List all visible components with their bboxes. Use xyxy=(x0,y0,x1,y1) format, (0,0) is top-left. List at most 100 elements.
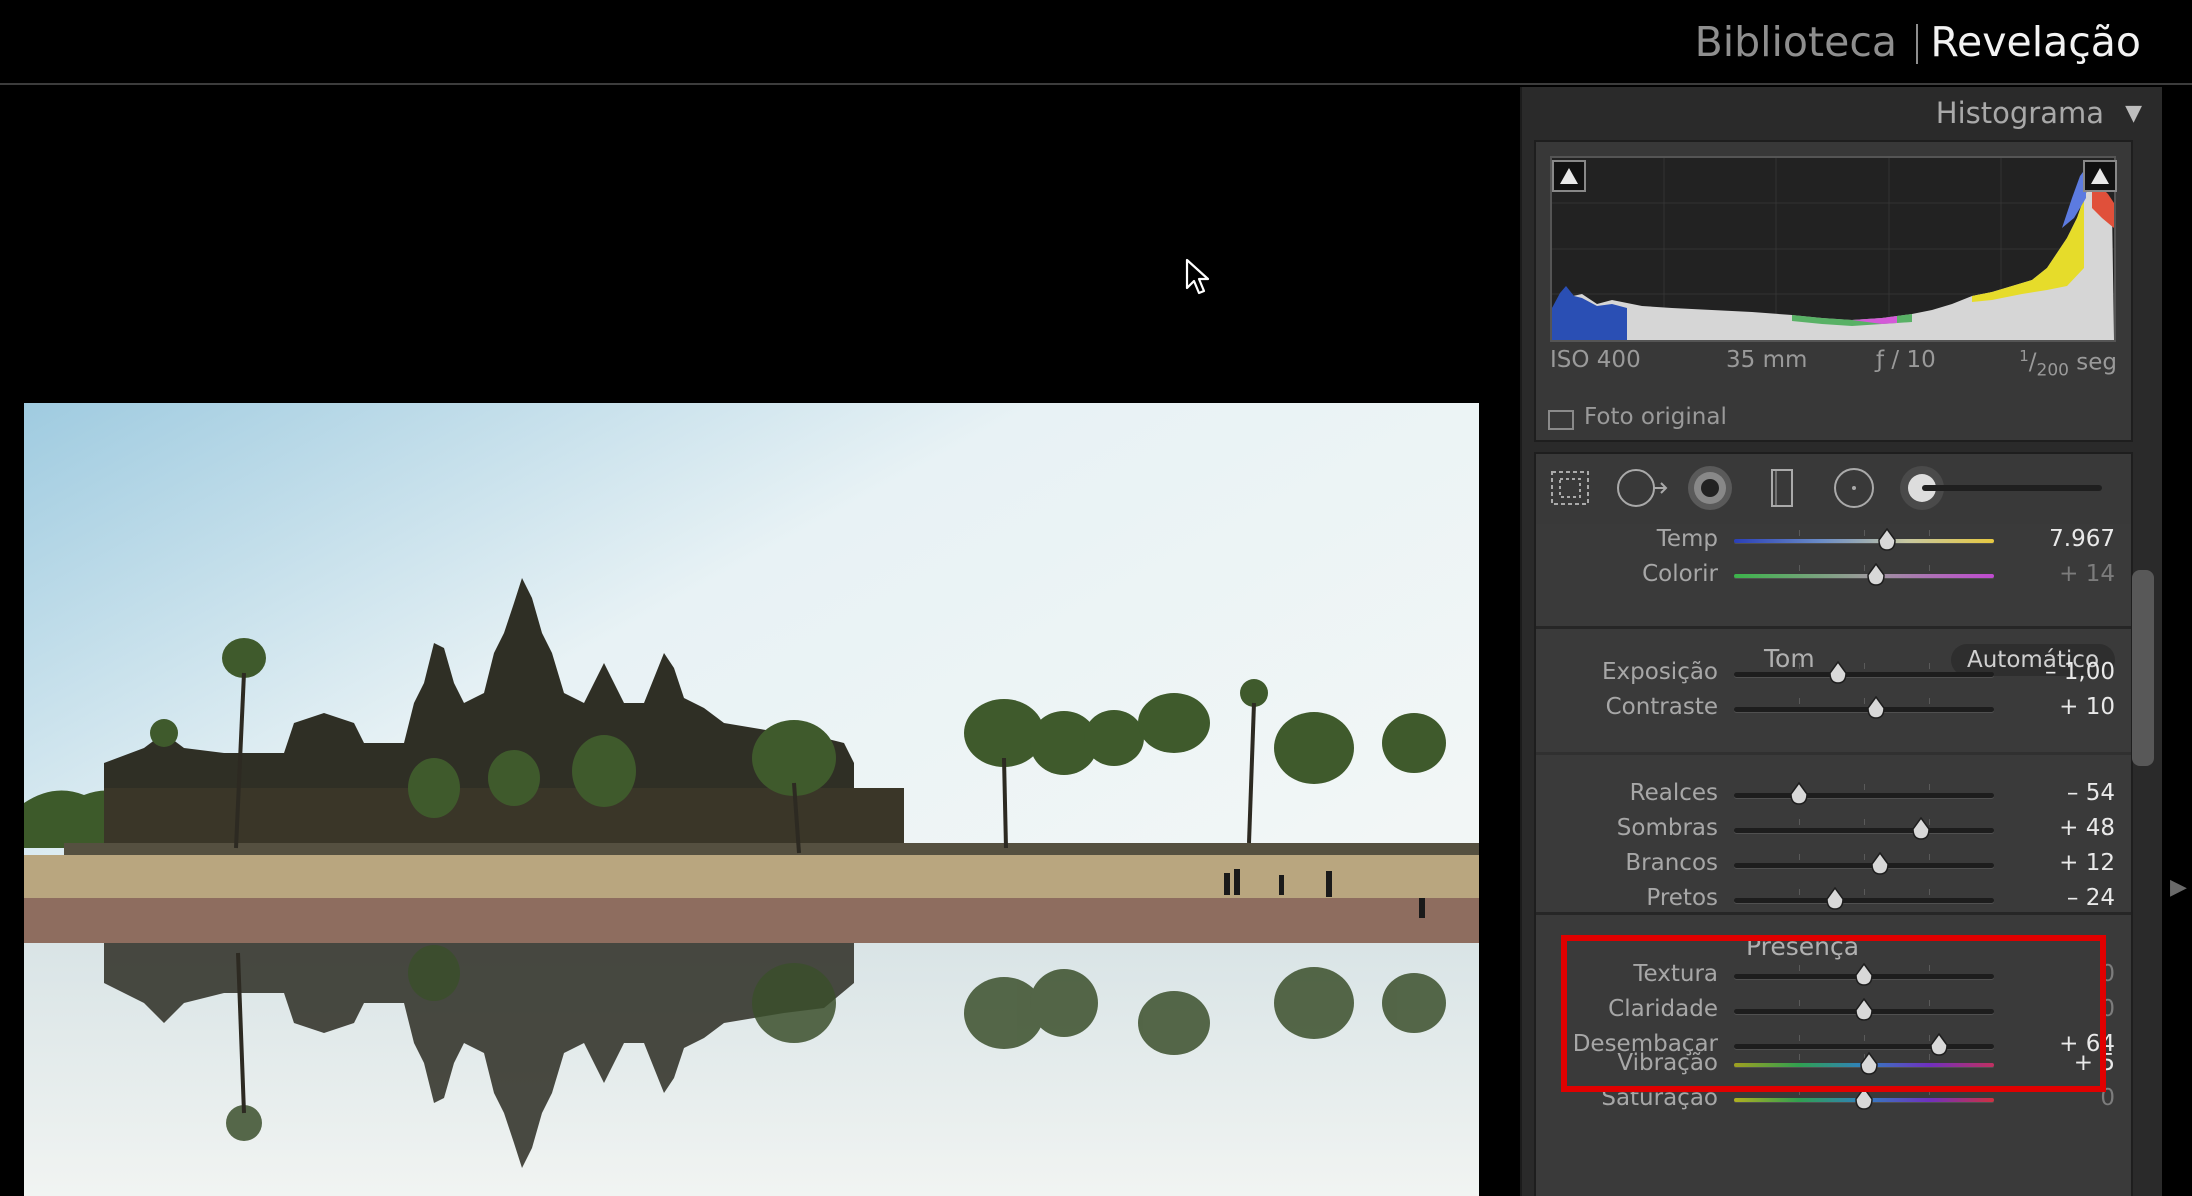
slider-value-colorir[interactable]: + 14 xyxy=(2059,561,2115,587)
slider-tick xyxy=(1799,889,1800,895)
slider-row-exposicao: Exposição – 1,00 xyxy=(1536,657,2131,693)
slider-value-exposicao[interactable]: – 1,00 xyxy=(2045,659,2115,685)
slider-thumb-temp[interactable] xyxy=(1877,527,1897,552)
slider-tick xyxy=(1929,565,1930,571)
slider-tick xyxy=(1929,854,1930,860)
slider-label-temp: Temp xyxy=(1656,526,1718,552)
slider-label-saturacao: Saturação xyxy=(1601,1085,1718,1111)
slider-tick xyxy=(1799,698,1800,704)
slider-tick xyxy=(1929,784,1930,790)
slider-thumb-pretos[interactable] xyxy=(1825,886,1845,911)
slider-label-brancos: Brancos xyxy=(1625,850,1718,876)
shutter-unit: seg xyxy=(2076,349,2117,376)
crop-overlay-icon[interactable] xyxy=(1546,464,1594,512)
slider-label-colorir: Colorir xyxy=(1642,561,1718,587)
develop-right-panel: Histograma ▼ ISO 400 35 mm ƒ / 10 1/200 … xyxy=(1520,87,2164,1196)
slider-value-vibracao[interactable]: + 5 xyxy=(2074,1050,2115,1076)
radial-filter-icon[interactable] xyxy=(1830,464,1878,512)
slider-thumb-contraste[interactable] xyxy=(1866,695,1886,720)
slider-track-brancos[interactable] xyxy=(1734,851,1994,875)
basic-adjustments-panel: Temp 7.967 Colorir + 14 Tom Automático Expo… xyxy=(1534,524,2133,1196)
original-photo-checkbox[interactable] xyxy=(1548,410,1574,430)
slider-tick xyxy=(1929,965,1930,971)
slider-track-saturacao[interactable] xyxy=(1734,1086,1994,1110)
slider-thumb-sombras[interactable] xyxy=(1911,816,1931,841)
slider-thumb-claridade[interactable] xyxy=(1854,997,1874,1022)
slider-thumb-colorir[interactable] xyxy=(1866,562,1886,587)
slider-tick xyxy=(1799,965,1800,971)
slider-tick xyxy=(1799,854,1800,860)
shutter-denominator: 200 xyxy=(2036,360,2069,381)
module-library-tab[interactable]: Biblioteca xyxy=(1695,18,1897,66)
slider-thumb-exposicao[interactable] xyxy=(1828,660,1848,685)
section-divider xyxy=(1536,912,2131,915)
slider-value-realces[interactable]: – 54 xyxy=(2067,780,2115,806)
slider-tick xyxy=(1864,819,1865,825)
module-develop-tab[interactable]: Revelação xyxy=(1930,18,2141,66)
histogram-header[interactable]: Histograma ▼ xyxy=(1522,87,2164,139)
slider-row-textura: Textura 0 xyxy=(1536,959,2131,995)
slider-value-textura[interactable]: 0 xyxy=(2100,961,2115,987)
module-separator xyxy=(1916,24,1918,64)
slider-thumb-brancos[interactable] xyxy=(1870,851,1890,876)
slider-thumb-vibracao[interactable] xyxy=(1859,1051,1879,1076)
slider-track-pretos[interactable] xyxy=(1734,886,1994,910)
slider-tick xyxy=(1929,663,1930,669)
chevron-right-icon[interactable]: ▶ xyxy=(2170,875,2187,900)
slider-value-claridade[interactable]: 0 xyxy=(2100,996,2115,1022)
slider-label-pretos: Pretos xyxy=(1646,885,1718,911)
spot-removal-icon[interactable] xyxy=(1614,464,1668,512)
shadow-clipping-indicator-icon[interactable] xyxy=(1552,160,1586,192)
iso-value: ISO 400 xyxy=(1550,347,1641,373)
slider-tick xyxy=(1929,1089,1930,1095)
slider-tick xyxy=(1929,1054,1930,1060)
slider-row-temp: Temp 7.967 xyxy=(1536,524,2131,560)
slider-tick xyxy=(1799,1000,1800,1006)
adjustment-brush-icon[interactable] xyxy=(1898,464,2108,512)
slider-row-vibracao: Vibração + 5 xyxy=(1536,1048,2131,1084)
slider-track-contraste[interactable] xyxy=(1734,695,1994,719)
slider-tick xyxy=(1799,819,1800,825)
slider-thumb-textura[interactable] xyxy=(1854,962,1874,987)
red-eye-icon[interactable] xyxy=(1686,464,1734,512)
slider-tick xyxy=(1864,530,1865,536)
slider-track-colorir[interactable] xyxy=(1734,562,1994,586)
triangle-down-icon[interactable]: ▼ xyxy=(2125,101,2142,126)
graduated-filter-icon[interactable] xyxy=(1758,464,1806,512)
slider-row-sombras: Sombras + 48 xyxy=(1536,813,2131,849)
slider-value-saturacao[interactable]: 0 xyxy=(2100,1085,2115,1111)
slider-value-contraste[interactable]: + 10 xyxy=(2059,694,2115,720)
slider-value-brancos[interactable]: + 12 xyxy=(2059,850,2115,876)
slider-label-exposicao: Exposição xyxy=(1602,659,1718,685)
slider-track-vibracao[interactable] xyxy=(1734,1051,1994,1075)
slider-track-claridade[interactable] xyxy=(1734,997,1994,1021)
original-photo-label: Foto original xyxy=(1584,404,1727,430)
slider-label-vibracao: Vibração xyxy=(1617,1050,1718,1076)
module-bar: Biblioteca Revelação xyxy=(0,0,2192,85)
photo-preview[interactable] xyxy=(24,403,1479,1196)
slider-thumb-realces[interactable] xyxy=(1789,781,1809,806)
aperture-value: ƒ / 10 xyxy=(1876,347,1936,373)
slider-value-sombras[interactable]: + 48 xyxy=(2059,815,2115,841)
slider-track-sombras[interactable] xyxy=(1734,816,1994,840)
slider-track-exposicao[interactable] xyxy=(1734,660,1994,684)
slider-track-temp[interactable] xyxy=(1734,527,1994,551)
presence-section-title: Presença xyxy=(1746,932,1860,961)
slider-track-realces[interactable] xyxy=(1734,781,1994,805)
histogram-graph[interactable] xyxy=(1550,156,2116,342)
slider-track-textura[interactable] xyxy=(1734,962,1994,986)
panel-scrollbar[interactable] xyxy=(2132,570,2154,766)
slider-thumb-saturacao[interactable] xyxy=(1854,1086,1874,1111)
slider-tick xyxy=(1799,1035,1800,1041)
slider-value-pretos[interactable]: – 24 xyxy=(2067,885,2115,911)
slider-row-saturacao: Saturação 0 xyxy=(1536,1083,2131,1119)
section-divider xyxy=(1536,626,2131,629)
shutter-numerator: 1 xyxy=(2019,347,2029,365)
highlight-clipping-indicator-icon[interactable] xyxy=(2083,160,2117,192)
slider-tick xyxy=(1929,698,1930,704)
slider-label-contraste: Contraste xyxy=(1605,694,1718,720)
slider-value-temp[interactable]: 7.967 xyxy=(2049,526,2115,552)
mouse-cursor-icon xyxy=(1185,258,1211,300)
slider-tick xyxy=(1799,530,1800,536)
slider-tick xyxy=(1799,1054,1800,1060)
